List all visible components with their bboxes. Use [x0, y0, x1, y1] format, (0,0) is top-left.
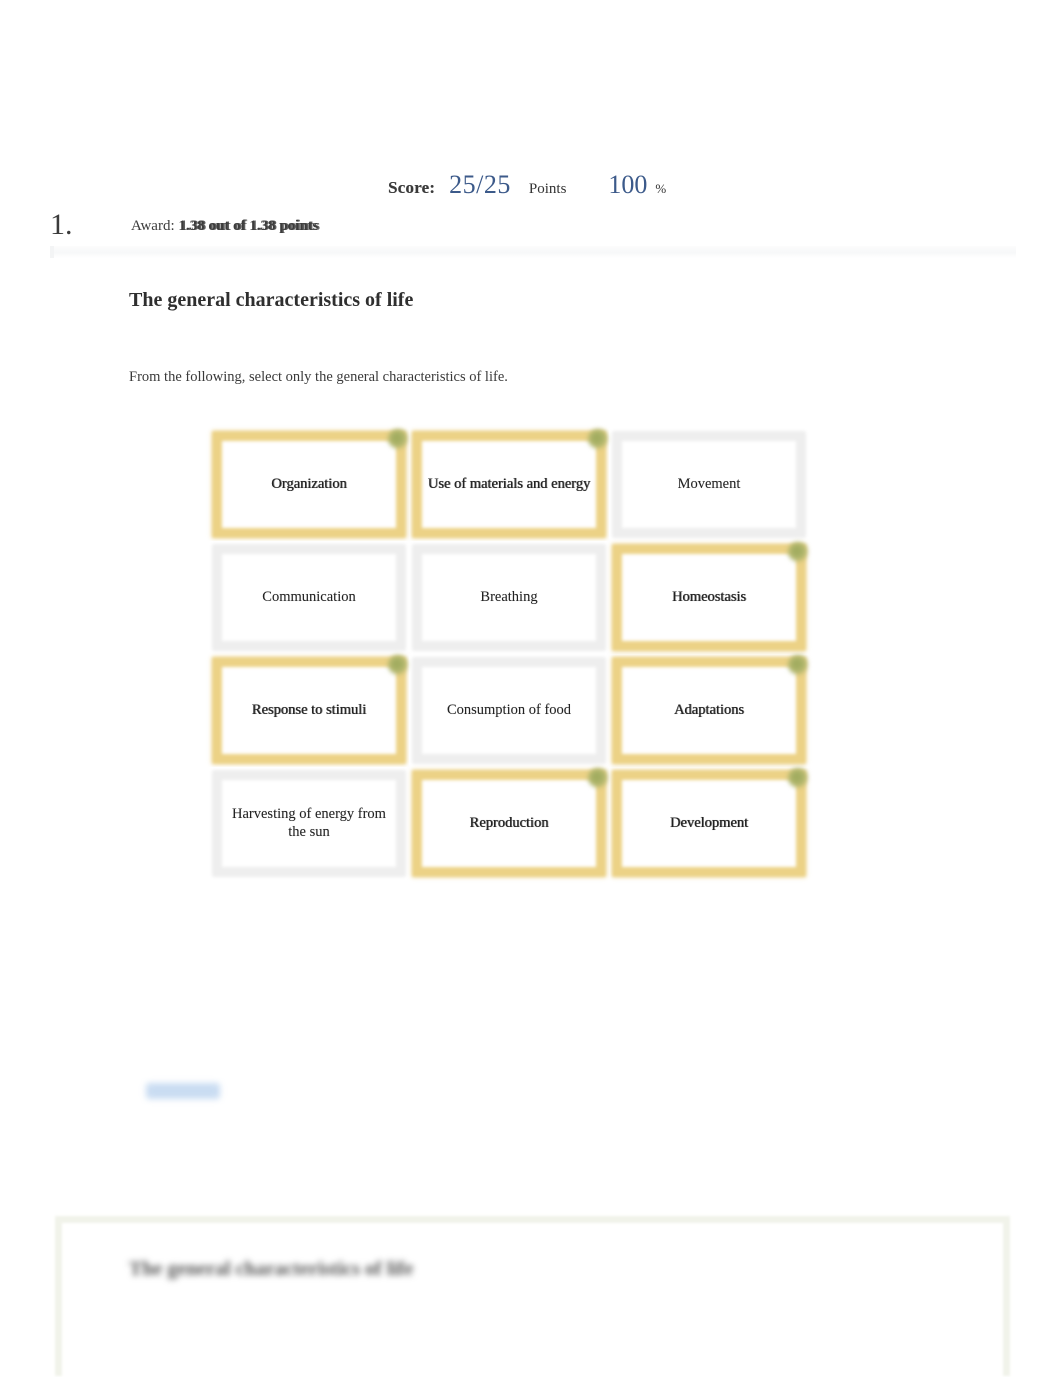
score-points-unit: Points: [528, 181, 567, 197]
choice-grid: Organization Use of materials and energy M…: [209, 428, 809, 880]
choice-card-label: Adaptations: [673, 701, 745, 718]
score-percent-value: 100: [608, 170, 648, 199]
bottom-panel: [55, 1216, 1010, 1376]
choice-card-label: Movement: [677, 475, 741, 492]
check-icon: [388, 655, 408, 675]
score-percent-sign: %: [655, 181, 667, 196]
choice-card[interactable]: Consumption of food: [409, 654, 609, 767]
choice-card-label: Consumption of food: [446, 701, 572, 718]
choice-card[interactable]: Adaptations: [609, 654, 809, 767]
choice-card-label: Homeostasis: [671, 588, 747, 605]
award-prefix: Award:: [131, 218, 175, 234]
choice-card-label: Response to stimuli: [251, 701, 367, 718]
score-label: Score:: [388, 178, 436, 197]
question-title: The general characteristics of life: [129, 289, 414, 311]
score-value: 25/25: [449, 170, 511, 199]
choice-card[interactable]: Harvesting of energy from the sun: [209, 767, 409, 880]
feedback-link[interactable]: [146, 1083, 220, 1099]
choice-card-label: Development: [669, 814, 749, 831]
choice-card[interactable]: Development: [609, 767, 809, 880]
award-middle: out of: [208, 218, 246, 234]
check-icon: [388, 429, 408, 449]
check-icon: [588, 429, 608, 449]
choice-card-label: Reproduction: [469, 814, 549, 831]
choice-card-label: Breathing: [480, 588, 538, 605]
check-icon: [588, 768, 608, 788]
choice-card[interactable]: Communication: [209, 541, 409, 654]
choice-card[interactable]: Reproduction: [409, 767, 609, 880]
score-summary: Score: 25/25 Points 100 %: [0, 170, 1062, 212]
choice-card-label: Communication: [262, 588, 356, 605]
choice-card-label: Organization: [271, 475, 347, 492]
feedback-meta-row: [146, 1126, 666, 1156]
choice-card[interactable]: Homeostasis: [609, 541, 809, 654]
choice-card[interactable]: Movement: [609, 428, 809, 541]
bottom-panel-title: The general characteristics of life: [129, 1258, 414, 1280]
question-number: 1.: [50, 208, 73, 241]
choice-card[interactable]: Use of materials and energy: [409, 428, 609, 541]
choice-card-label: Harvesting of energy from the sun: [232, 805, 386, 840]
header-divider: [50, 246, 1016, 258]
award-total: 1.38: [249, 218, 276, 234]
check-icon: [788, 655, 808, 675]
check-icon: [788, 768, 808, 788]
award-earned: 1.38: [178, 218, 205, 234]
award-line: Award: 1.38 out of 1.38 points: [131, 218, 318, 235]
award-suffix: points: [279, 218, 319, 234]
check-icon: [788, 542, 808, 562]
choice-card[interactable]: Response to stimuli: [209, 654, 409, 767]
choice-card-label: Use of materials and energy: [427, 475, 591, 492]
question-prompt: From the following, select only the gene…: [129, 369, 508, 385]
choice-card[interactable]: Organization: [209, 428, 409, 541]
choice-card[interactable]: Breathing: [409, 541, 609, 654]
